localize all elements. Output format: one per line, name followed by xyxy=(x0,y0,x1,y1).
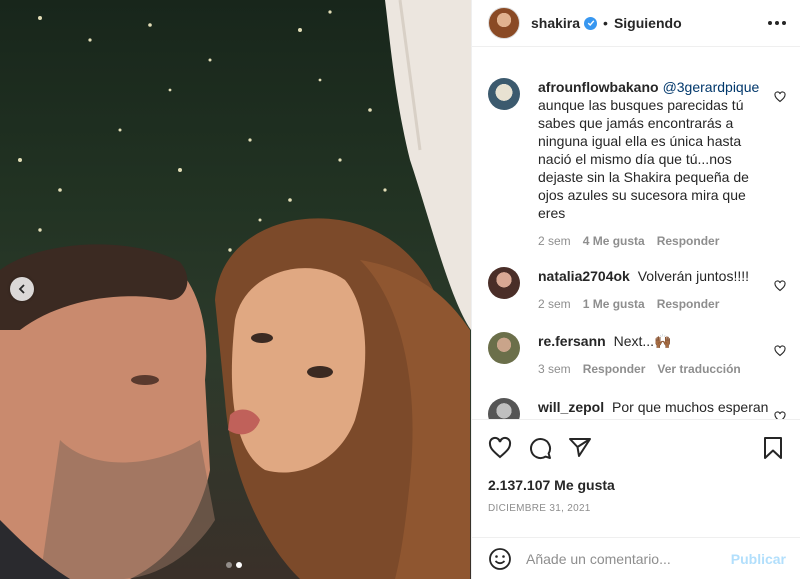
author-username[interactable]: shakira xyxy=(531,15,580,31)
share-button[interactable] xyxy=(568,436,592,460)
header-separator: • xyxy=(603,15,608,31)
comment-time[interactable]: 2 sem xyxy=(538,295,571,313)
comment-body: natalia2704ok Volverán juntos!!!! 2 sem … xyxy=(538,267,774,313)
comment-text: Volverán juntos!!!! xyxy=(637,268,750,284)
comment-username[interactable]: will_zepol xyxy=(538,399,604,415)
comment-username[interactable]: natalia2704ok xyxy=(538,268,630,284)
post-side-panel: shakira • Siguiendo afrounflowbakano @3ge… xyxy=(471,0,800,579)
comment-body: will_zepol Por que muchos esperan xyxy=(538,398,774,419)
heart-icon xyxy=(774,280,786,292)
commenter-avatar[interactable] xyxy=(488,78,520,110)
comment-time[interactable]: 3 sem xyxy=(538,360,571,378)
comment-item: natalia2704ok Volverán juntos!!!! 2 sem … xyxy=(488,267,788,313)
heart-icon xyxy=(774,91,786,103)
comment-body: afrounflowbakano @3gerardpique aunque las… xyxy=(538,78,774,250)
carousel-dot xyxy=(226,562,232,568)
heart-icon xyxy=(488,436,512,458)
reply-button[interactable]: Responder xyxy=(583,360,646,378)
commenter-avatar[interactable] xyxy=(488,267,520,299)
comment-like-button[interactable] xyxy=(774,410,788,419)
comment-text: aunque las busques parecidas tú sabes qu… xyxy=(538,97,749,221)
emoji-icon xyxy=(489,547,511,570)
heart-icon xyxy=(774,345,786,357)
author-avatar[interactable] xyxy=(488,7,520,39)
reply-button[interactable]: Responder xyxy=(657,232,720,250)
likes-count[interactable]: 2.137.107 Me gusta xyxy=(488,477,615,493)
comment-like-button[interactable] xyxy=(774,344,788,378)
emoji-button[interactable] xyxy=(488,547,512,571)
paper-plane-icon xyxy=(569,437,591,457)
comment-like-button[interactable] xyxy=(774,279,788,313)
comment-like-button[interactable] xyxy=(774,90,788,250)
carousel-dot-active xyxy=(236,562,242,568)
heart-icon xyxy=(774,411,786,419)
post-actions-bar xyxy=(472,419,800,475)
more-options-icon[interactable] xyxy=(768,21,786,25)
comment-meta: 2 sem 4 Me gusta Responder xyxy=(538,232,774,250)
comment-item: will_zepol Por que muchos esperan xyxy=(488,398,788,419)
comment-item: afrounflowbakano @3gerardpique aunque las… xyxy=(488,78,788,250)
carousel-indicator xyxy=(226,562,242,568)
comment-time[interactable]: 2 sem xyxy=(538,232,571,250)
photo-scene xyxy=(0,0,471,579)
post-date[interactable]: DICIEMBRE 31, 2021 xyxy=(488,503,591,514)
translate-button[interactable]: Ver traducción xyxy=(657,360,740,378)
comment-meta: 2 sem 1 Me gusta Responder xyxy=(538,295,774,313)
comment-likes[interactable]: 4 Me gusta xyxy=(583,232,645,250)
carousel-prev-button[interactable] xyxy=(10,277,34,301)
comment-body: re.fersann Next...🙌🏾 3 sem Responder Ver… xyxy=(538,332,774,378)
save-button[interactable] xyxy=(762,436,784,460)
comments-list[interactable]: afrounflowbakano @3gerardpique aunque las… xyxy=(472,48,800,419)
comment-mention[interactable]: @3gerardpique xyxy=(663,79,760,95)
like-button[interactable] xyxy=(488,436,512,460)
add-comment-bar: Publicar xyxy=(472,537,800,579)
comment-input[interactable] xyxy=(526,550,731,567)
bookmark-icon xyxy=(764,436,782,459)
comment-username[interactable]: re.fersann xyxy=(538,333,606,349)
follow-status-button[interactable]: Siguiendo xyxy=(614,15,682,31)
commenter-avatar[interactable] xyxy=(488,332,520,364)
comment-likes[interactable]: 1 Me gusta xyxy=(583,295,645,313)
commenter-avatar[interactable] xyxy=(488,398,520,419)
comment-bubble-icon xyxy=(530,437,552,459)
comment-text: Next...🙌🏾 xyxy=(613,333,672,349)
post-header: shakira • Siguiendo xyxy=(472,0,800,47)
publish-button[interactable]: Publicar xyxy=(731,551,786,567)
post-photo[interactable] xyxy=(0,0,471,579)
comment-username[interactable]: afrounflowbakano xyxy=(538,79,659,95)
comment-item: re.fersann Next...🙌🏾 3 sem Responder Ver… xyxy=(488,332,788,378)
reply-button[interactable]: Responder xyxy=(657,295,720,313)
chevron-left-icon xyxy=(18,284,25,294)
comment-text: Por que muchos esperan xyxy=(612,399,769,415)
comment-meta: 3 sem Responder Ver traducción xyxy=(538,360,774,378)
comment-button[interactable] xyxy=(528,436,552,460)
verified-badge-icon xyxy=(584,16,598,30)
